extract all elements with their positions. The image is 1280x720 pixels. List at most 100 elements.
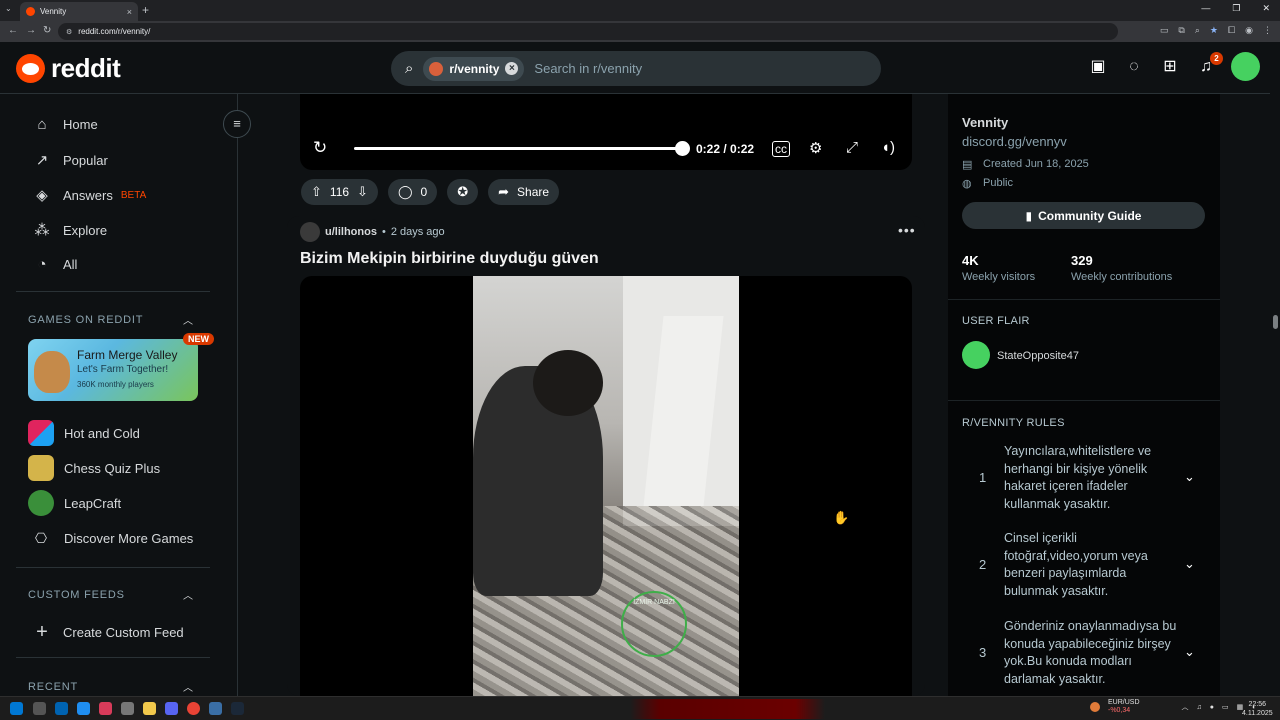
extensions-icon[interactable]: ⧠ [1228, 25, 1235, 36]
sidebar-item-home[interactable]: ⌂ Home [33, 116, 97, 133]
chrome-icon[interactable] [187, 702, 200, 715]
sidebar-item-all[interactable]: ◔ All [33, 256, 77, 273]
translate-icon[interactable]: ⧉ [1178, 25, 1184, 36]
app-icon[interactable] [121, 702, 134, 715]
captions-icon[interactable]: cc [772, 141, 790, 157]
tab-list-icon[interactable]: ⌄ [5, 4, 12, 13]
mic-icon[interactable]: ● [1210, 704, 1214, 711]
sidebar-item-answers[interactable]: ◈ Answers BETA [33, 186, 146, 204]
task-view-icon[interactable] [33, 702, 46, 715]
ticker[interactable]: EUR/USD -%0,34 [1108, 699, 1140, 715]
game-leapcraft[interactable]: LeapCraft [28, 490, 121, 516]
games-heading: GAMES ON REDDIT [28, 314, 144, 326]
sidebar-divider [16, 657, 210, 658]
rule-item[interactable]: 3 Gönderiniz onaylanmadıysa bu konuda ya… [962, 617, 1205, 689]
taskbar-highlight [630, 699, 825, 719]
chat-icon[interactable]: ◌ [1123, 56, 1145, 78]
community-avatar-icon [429, 61, 444, 76]
bookmark-star-icon[interactable]: ★ [1210, 25, 1218, 36]
search-bar[interactable]: ⌕ r/vennity × [391, 51, 881, 86]
tab-close-icon[interactable]: × [127, 7, 132, 17]
headphones-icon[interactable]: ♫ [1197, 704, 1202, 711]
scrollbar-thumb[interactable] [1273, 315, 1278, 329]
rule-item[interactable]: 1 Yayıncılara,whitelistlere ve herhangi … [962, 442, 1205, 514]
create-custom-feed[interactable]: + Create Custom Feed [33, 621, 184, 644]
chevron-down-icon[interactable]: ⌄ [1184, 556, 1195, 572]
address-bar[interactable]: ⚙ reddit.com/r/vennity/ [58, 23, 1118, 40]
clear-chip-icon[interactable]: × [505, 62, 519, 75]
featured-game-subtitle: Let's Farm Together! [77, 364, 169, 375]
search-input[interactable] [534, 61, 835, 76]
browser-tab[interactable]: Vennity × [20, 2, 138, 21]
post-title[interactable]: Bizim Mekipin birbirine duyduğu güven [300, 250, 599, 268]
minimize-icon[interactable]: — [1201, 3, 1210, 14]
game-chess-quiz-plus[interactable]: Chess Quiz Plus [28, 455, 160, 481]
video-progress-bar[interactable] [354, 147, 684, 150]
discover-more-games[interactable]: ⎔ Discover More Games [28, 525, 193, 551]
profile-icon[interactable]: ◉ [1245, 25, 1253, 36]
flair-username[interactable]: StateOpposite47 [997, 350, 1079, 362]
previous-post-video[interactable] [300, 94, 912, 170]
window-close-icon[interactable]: ✕ [1262, 3, 1270, 14]
rule-item[interactable]: 2 Cinsel içerikli fotoğraf,video,yorum v… [962, 529, 1205, 601]
discord-icon[interactable] [165, 702, 178, 715]
collapse-sidebar-button[interactable]: ≡ [223, 110, 251, 138]
start-icon[interactable] [10, 702, 23, 715]
sidebar-item-explore[interactable]: ⁂ Explore [33, 221, 108, 239]
sidebar-item-popular[interactable]: ↗ Popular [33, 151, 108, 169]
taskbar-clock[interactable]: 22:56 4.11.2025 [1242, 700, 1273, 718]
community-created: Created Jun 18, 2025 [983, 158, 1089, 170]
author-avatar[interactable] [300, 222, 320, 242]
site-info-icon[interactable]: ⚙ [66, 28, 72, 36]
user-avatar[interactable] [1231, 52, 1260, 81]
video-scrub-handle[interactable] [675, 141, 690, 156]
upvote-icon[interactable]: ⇧ [311, 184, 322, 200]
menu-icon[interactable]: ⋮ [1263, 25, 1272, 36]
back-icon[interactable]: ← [8, 25, 18, 36]
post-video[interactable]: İZMİR NABZI [300, 276, 912, 696]
reddit-logo[interactable]: reddit [16, 53, 121, 84]
cast-icon[interactable]: ▭ [1160, 25, 1169, 36]
community-guide-button[interactable]: ▮ Community Guide [962, 202, 1205, 229]
award-button[interactable]: ✪ [447, 179, 479, 205]
featured-game-banner[interactable]: Farm Merge Valley Let's Farm Together! 3… [28, 339, 198, 401]
guide-label: Community Guide [1038, 208, 1142, 223]
outlook-icon[interactable] [55, 702, 68, 715]
more-options-icon[interactable]: ••• [898, 222, 916, 238]
share-button[interactable]: ➦ Share [488, 179, 560, 205]
volume-icon[interactable]: ◖) [881, 139, 895, 156]
settings-gear-icon[interactable]: ⚙ [809, 139, 822, 157]
notifications-icon[interactable]: ♫ 2 [1195, 51, 1223, 78]
forward-icon[interactable]: → [26, 25, 36, 36]
game-hot-and-cold[interactable]: Hot and Cold [28, 420, 140, 446]
sidebar-divider [16, 291, 210, 292]
app-icon[interactable] [99, 702, 112, 715]
create-post-icon[interactable]: ⊞ [1159, 56, 1181, 78]
chess-crown-icon [28, 455, 54, 481]
chevron-up-icon[interactable]: ︿ [183, 312, 193, 327]
new-tab-button[interactable]: + [142, 3, 149, 17]
chevron-down-icon[interactable]: ⌄ [1184, 469, 1195, 485]
maximize-icon[interactable]: ❐ [1232, 3, 1240, 14]
chevron-down-icon[interactable]: ⌄ [1184, 644, 1195, 660]
stat-value: 4K [962, 253, 979, 268]
tray-chevron-icon[interactable]: ︿ [1182, 702, 1189, 712]
steam-icon[interactable] [231, 702, 244, 715]
advertise-icon[interactable]: ▣ [1087, 56, 1109, 78]
app-icon[interactable] [209, 702, 222, 715]
zoom-icon[interactable]: ⌕ [1195, 25, 1200, 36]
chevron-up-icon[interactable]: ︿ [183, 679, 193, 694]
replay-icon[interactable]: ↻ [313, 138, 327, 158]
edge-icon[interactable] [77, 702, 90, 715]
comments-button[interactable]: ◯ 0 [387, 179, 438, 205]
post-author[interactable]: u/lilhonos [325, 226, 377, 238]
page-scrollbar[interactable] [1270, 42, 1280, 696]
reload-icon[interactable]: ↻ [43, 25, 51, 36]
downvote-icon[interactable]: ⇩ [357, 184, 368, 200]
file-explorer-icon[interactable] [143, 702, 156, 715]
community-link[interactable]: discord.gg/vennyv [962, 134, 1067, 149]
fullscreen-icon[interactable]: ⤢ [846, 139, 858, 156]
monitor-icon[interactable]: ▭ [1222, 703, 1229, 711]
chevron-up-icon[interactable]: ︿ [183, 587, 193, 602]
rule-text: Yayıncılara,whitelistlere ve herhangi bi… [1004, 444, 1152, 511]
